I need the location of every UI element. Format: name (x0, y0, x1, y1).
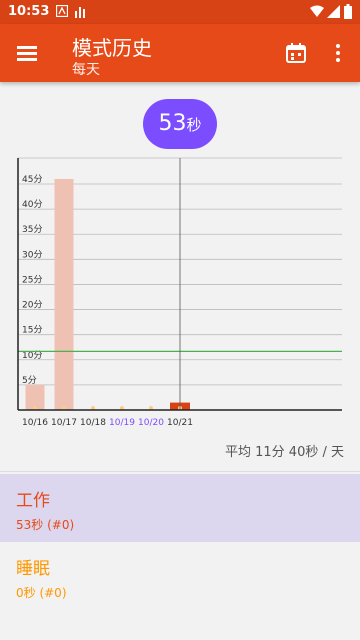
x-tick-label: 10/16 (22, 418, 48, 428)
average-text: 平均 11分 40秒 / 天 (225, 445, 344, 460)
wifi-icon (310, 5, 324, 17)
mode-name: 工作 (16, 491, 50, 511)
y-tick-label: 25分 (22, 274, 42, 285)
page-subtitle: 每天 (72, 62, 100, 78)
bar (54, 178, 74, 410)
y-tick-label: 15分 (22, 325, 42, 336)
status-time: 10:53 (8, 4, 50, 19)
y-tick-label: 30分 (22, 249, 42, 260)
x-tick-label: 10/20 (138, 418, 164, 428)
signal-icon (327, 5, 340, 18)
x-tick-label: 10/17 (51, 418, 77, 428)
y-tick-label: 45分 (22, 174, 42, 185)
page-title: 模式历史 (72, 36, 152, 60)
mode-name: 睡眠 (16, 559, 50, 579)
mode-value: 0秒 (#0) (16, 586, 67, 600)
mode-item-work[interactable]: 工作 53秒 (#0) (0, 474, 360, 542)
total-value: 53 (158, 111, 187, 136)
y-tick-label: 40分 (22, 199, 42, 210)
total-unit: 秒 (186, 116, 202, 134)
notification-icon (56, 5, 68, 17)
y-tick-label: 35分 (22, 224, 42, 235)
x-tick-label: 10/19 (109, 418, 135, 428)
history-bar-chart: 5分10分15分20分25分30分35分40分45分10/16 10/17 10/1… (17, 157, 342, 428)
total-duration-badge: 53秒 (143, 99, 217, 149)
x-tick-label: 10/21 (167, 418, 193, 428)
y-tick-label: 20分 (22, 300, 42, 311)
menu-icon[interactable] (14, 41, 40, 65)
calendar-icon[interactable] (284, 41, 308, 65)
battery-icon (344, 4, 352, 19)
app-bar: 模式历史 每天 (0, 24, 360, 82)
divider (0, 471, 360, 472)
stats-icon (75, 7, 85, 18)
status-bar: 10:53 (0, 0, 360, 24)
more-options-icon[interactable] (328, 41, 348, 65)
mode-value: 53秒 (#0) (16, 518, 75, 532)
mode-item-sleep[interactable]: 睡眠 0秒 (#0) (0, 542, 360, 610)
y-tick-label: 5分 (22, 375, 37, 386)
x-tick-label: 10/18 (80, 418, 106, 428)
